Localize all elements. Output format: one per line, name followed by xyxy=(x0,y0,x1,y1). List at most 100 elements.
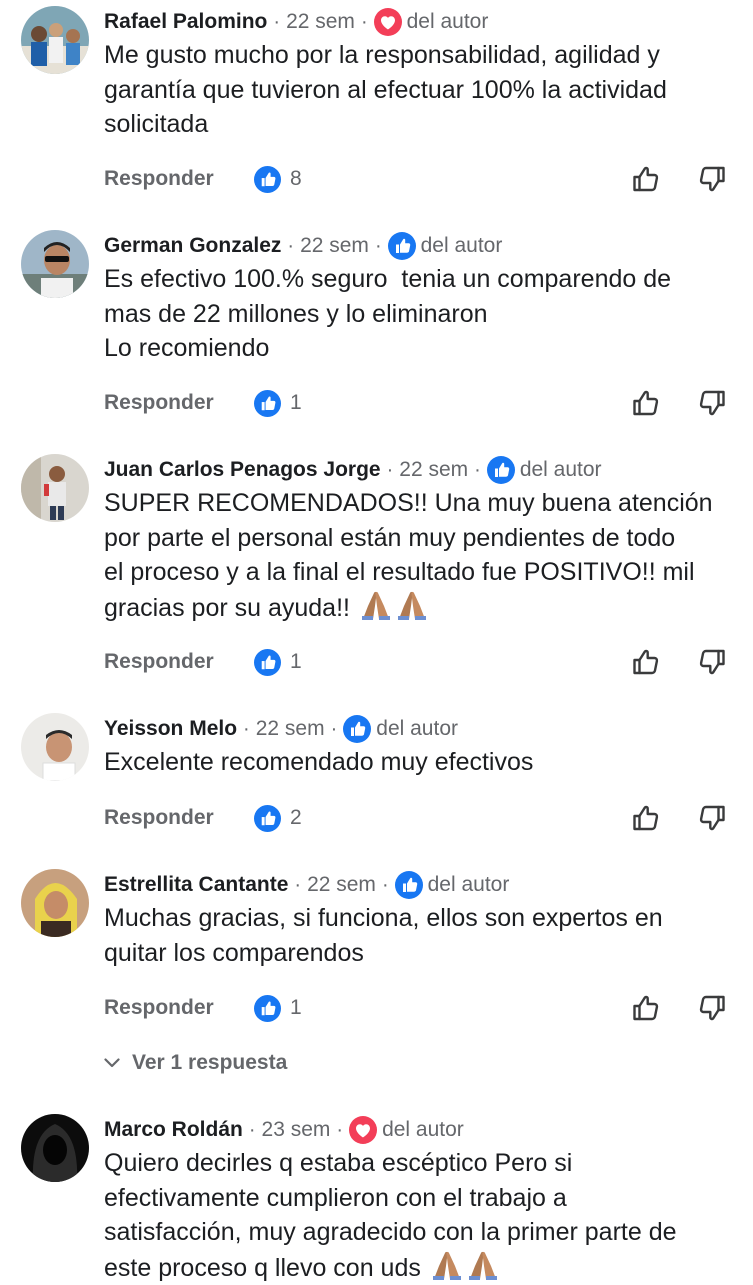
folded-hands-emoji xyxy=(359,590,393,620)
author-name[interactable]: Marco Roldán xyxy=(104,1118,243,1142)
comment-text-line: Es efectivo 100.% seguro tenia un compar… xyxy=(104,262,734,297)
comment-text-line: el proceso y a la final el resultado fue… xyxy=(104,555,734,590)
heart-badge-icon xyxy=(374,8,402,36)
timestamp[interactable]: 22 sem xyxy=(286,10,355,34)
like-badge-icon xyxy=(254,649,281,676)
comment-text: Me gusto mucho por la responsabilidad, a… xyxy=(104,38,734,142)
author-reaction-label: del autor xyxy=(382,1118,464,1142)
comment-text-line: Excelente recomendado muy efectivos xyxy=(104,745,734,780)
author-name[interactable]: Yeisson Melo xyxy=(104,717,237,741)
comment-text-line: satisfacción, muy agradecido con la prim… xyxy=(104,1215,734,1250)
reply-button[interactable]: Responder xyxy=(104,383,214,423)
separator: · xyxy=(474,459,481,482)
comment-text-line: por parte el personal están muy pendient… xyxy=(104,521,734,556)
comment-header: Juan Carlos Penagos Jorge · 22 sem · del… xyxy=(104,450,602,490)
chevron-down-icon xyxy=(104,1058,120,1068)
author-name[interactable]: Rafael Palomino xyxy=(104,10,267,34)
comment-text-fragment: este proceso q llevo con uds xyxy=(104,1254,421,1282)
comment-actions: Responder 8 xyxy=(104,159,734,199)
thumbs-down-icon[interactable] xyxy=(696,802,728,834)
comment-header: Yeisson Melo · 22 sem · del autor xyxy=(104,709,458,749)
reaction-count[interactable]: 8 xyxy=(254,159,302,199)
comment-text: Quiero decirles q estaba escéptico Pero … xyxy=(104,1146,734,1285)
thumbs-up-icon[interactable] xyxy=(630,387,662,419)
author-name[interactable]: Estrellita Cantante xyxy=(104,873,288,897)
separator: · xyxy=(375,235,382,258)
like-count: 8 xyxy=(290,167,302,191)
like-badge-icon xyxy=(254,390,281,417)
comment-text-line: Quiero decirles q estaba escéptico Pero … xyxy=(104,1146,734,1181)
reply-button[interactable]: Responder xyxy=(104,798,214,838)
comment-actions: Responder 1 xyxy=(104,383,734,423)
avatar[interactable] xyxy=(21,869,89,937)
comment-actions: Responder 1 xyxy=(104,988,734,1028)
thumbs-down-icon[interactable] xyxy=(696,992,728,1024)
folded-hands-emoji xyxy=(395,590,429,620)
separator: · xyxy=(382,874,389,897)
like-badge-icon xyxy=(388,232,416,260)
like-badge-icon xyxy=(343,715,371,743)
comment-text-line: solicitada xyxy=(104,107,734,142)
timestamp[interactable]: 22 sem xyxy=(399,458,468,482)
view-replies-link[interactable]: Ver 1 respuesta xyxy=(104,1047,287,1079)
reaction-count[interactable]: 2 xyxy=(254,798,302,838)
separator: · xyxy=(243,718,250,741)
timestamp[interactable]: 23 sem xyxy=(262,1118,331,1142)
comment-header: Marco Roldán · 23 sem · del autor xyxy=(104,1110,464,1150)
thumbs-up-icon[interactable] xyxy=(630,802,662,834)
folded-hands-emoji xyxy=(466,1250,500,1280)
timestamp[interactable]: 22 sem xyxy=(300,234,369,258)
comment-text-line: gracias por su ayuda!! xyxy=(104,590,734,626)
thumbs-down-icon[interactable] xyxy=(696,646,728,678)
like-badge-icon xyxy=(254,995,281,1022)
comment-actions: Responder 1 xyxy=(104,642,734,682)
like-badge-icon xyxy=(487,456,515,484)
avatar[interactable] xyxy=(21,1114,89,1182)
comment-header: Estrellita Cantante · 22 sem · del autor xyxy=(104,865,509,905)
comment-text-line: Muchas gracias, si funciona, ellos son e… xyxy=(104,901,734,936)
like-badge-icon xyxy=(254,805,281,832)
reaction-count[interactable]: 1 xyxy=(254,383,302,423)
comment-text: Excelente recomendado muy efectivos xyxy=(104,745,734,780)
like-count: 1 xyxy=(290,391,302,415)
like-badge-icon xyxy=(254,166,281,193)
reaction-count[interactable]: 1 xyxy=(254,988,302,1028)
reply-button[interactable]: Responder xyxy=(104,988,214,1028)
comment-text-line: SUPER RECOMENDADOS!! Una muy buena atenc… xyxy=(104,486,734,521)
reaction-count[interactable]: 1 xyxy=(254,642,302,682)
author-reaction-label: del autor xyxy=(428,873,510,897)
separator: · xyxy=(273,11,280,34)
thumbs-down-icon[interactable] xyxy=(696,163,728,195)
author-reaction-label: del autor xyxy=(376,717,458,741)
author-name[interactable]: German Gonzalez xyxy=(104,234,281,258)
thumbs-down-icon[interactable] xyxy=(696,387,728,419)
author-name[interactable]: Juan Carlos Penagos Jorge xyxy=(104,458,381,482)
thumbs-up-icon[interactable] xyxy=(630,163,662,195)
timestamp[interactable]: 22 sem xyxy=(307,873,376,897)
reply-button[interactable]: Responder xyxy=(104,159,214,199)
comment-text: Es efectivo 100.% seguro tenia un compar… xyxy=(104,262,734,366)
comment-header: Rafael Palomino · 22 sem · del autor xyxy=(104,2,488,42)
comment-text-line: Lo recomiendo xyxy=(104,331,734,366)
comment-text-line: mas de 22 millones y lo eliminaron xyxy=(104,297,734,332)
avatar[interactable] xyxy=(21,230,89,298)
author-reaction-label: del autor xyxy=(421,234,503,258)
folded-hands-emoji xyxy=(430,1250,464,1280)
thumbs-up-icon[interactable] xyxy=(630,646,662,678)
separator: · xyxy=(287,235,294,258)
avatar[interactable] xyxy=(21,6,89,74)
avatar[interactable] xyxy=(21,713,89,781)
timestamp[interactable]: 22 sem xyxy=(256,717,325,741)
separator: · xyxy=(336,1119,343,1142)
comment-actions: Responder 2 xyxy=(104,798,734,838)
comment-text: Muchas gracias, si funciona, ellos son e… xyxy=(104,901,734,970)
like-count: 1 xyxy=(290,650,302,674)
separator: · xyxy=(294,874,301,897)
thumbs-up-icon[interactable] xyxy=(630,992,662,1024)
like-count: 1 xyxy=(290,996,302,1020)
avatar[interactable] xyxy=(21,454,89,522)
comment-header: German Gonzalez · 22 sem · del autor xyxy=(104,226,502,266)
reply-button[interactable]: Responder xyxy=(104,642,214,682)
separator: · xyxy=(249,1119,256,1142)
like-badge-icon xyxy=(395,871,423,899)
